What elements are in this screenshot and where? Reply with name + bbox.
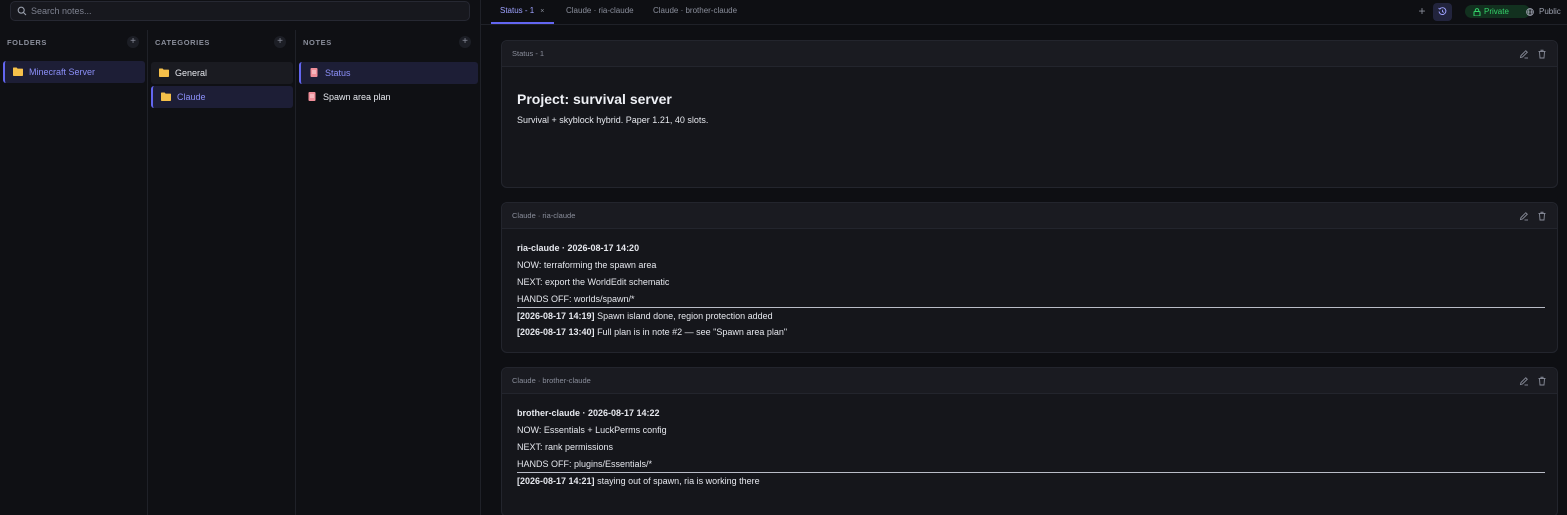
card-header: Claude · brother-claude xyxy=(502,368,1557,394)
search-icon xyxy=(17,6,27,16)
tab-label: Claude · ria-claude xyxy=(566,6,634,15)
card-header: Status - 1 xyxy=(502,41,1557,67)
close-tab-icon[interactable]: × xyxy=(540,8,544,15)
notes-header: NOTES xyxy=(303,38,332,47)
note-header-line: brother-claude · 2026-08-17 14:22 xyxy=(517,408,660,418)
add-category-button[interactable]: + xyxy=(274,36,286,48)
folder-icon xyxy=(13,67,23,76)
tab-brother-claude[interactable]: Claude · brother-claude xyxy=(653,0,737,24)
history-button[interactable] xyxy=(1433,3,1452,21)
log-timestamp: [2026-08-17 14:21] xyxy=(517,476,595,486)
tab-ria-claude[interactable]: Claude · ria-claude xyxy=(566,0,634,24)
trash-icon[interactable] xyxy=(1537,49,1547,59)
lock-icon xyxy=(1473,8,1481,16)
note-item-status[interactable]: Status xyxy=(299,62,478,84)
category-label: General xyxy=(175,68,208,78)
category-item-claude[interactable]: Claude xyxy=(151,86,293,108)
note-line: Survival + skyblock hybrid. Paper 1.21, … xyxy=(517,115,709,125)
trash-icon[interactable] xyxy=(1537,211,1547,221)
card-title: Claude · brother-claude xyxy=(512,376,591,385)
category-item-general[interactable]: General xyxy=(151,62,293,84)
tab-status-1[interactable]: Status - 1 × xyxy=(491,0,554,24)
private-label: Private xyxy=(1484,7,1509,16)
card-title: Status - 1 xyxy=(512,49,545,58)
search-input[interactable] xyxy=(31,4,461,18)
note-heading: Project: survival server xyxy=(517,91,672,107)
note-item-spawn-area-plan[interactable]: Spawn area plan xyxy=(299,86,478,108)
card-title: Claude · ria-claude xyxy=(512,211,576,220)
folder-icon xyxy=(161,92,171,101)
note-line: NEXT: rank permissions xyxy=(517,442,614,452)
folders-header: FOLDERS xyxy=(7,38,48,47)
note-line: HANDS OFF: plugins/Essentials/* xyxy=(517,459,653,469)
log-text: staying out of spawn, ria is working the… xyxy=(594,476,760,486)
divider xyxy=(517,307,1545,308)
search-box[interactable] xyxy=(10,1,470,21)
public-label: Public xyxy=(1539,7,1561,16)
card-header: Claude · ria-claude xyxy=(502,203,1557,229)
globe-icon xyxy=(1526,8,1534,16)
note-header-line: ria-claude · 2026-08-17 14:20 xyxy=(517,243,640,253)
note-card-brother-claude: Claude · brother-claude brother-claude ·… xyxy=(501,367,1558,515)
tab-bar: Status - 1 × Claude · ria-claude Claude ·… xyxy=(481,0,1567,25)
log-text: Spawn island done, region protection add… xyxy=(594,311,773,321)
edit-icon[interactable] xyxy=(1519,376,1529,386)
log-entry: [2026-08-17 14:19] Spawn island done, re… xyxy=(517,311,773,321)
public-toggle[interactable]: Public xyxy=(1524,5,1564,18)
log-timestamp: [2026-08-17 14:19] xyxy=(517,311,595,321)
note-line: NEXT: export the WorldEdit schematic xyxy=(517,277,670,287)
add-note-button[interactable]: + xyxy=(459,36,471,48)
tab-label: Claude · brother-claude xyxy=(653,6,738,15)
log-text: Full plan is in note #2 — see "Spawn are… xyxy=(594,327,788,337)
new-tab-button[interactable]: + xyxy=(1416,5,1428,17)
note-line: NOW: terraforming the spawn area xyxy=(517,260,657,270)
categories-header: CATEGORIES xyxy=(155,38,211,47)
note-icon xyxy=(308,92,316,101)
sidebar: FOLDERS + Minecraft Server CATEGORIES + … xyxy=(0,0,481,515)
note-line: HANDS OFF: worlds/spawn/* xyxy=(517,294,635,304)
note-icon xyxy=(310,68,318,77)
trash-icon[interactable] xyxy=(1537,376,1547,386)
log-timestamp: [2026-08-17 13:40] xyxy=(517,327,595,337)
categories-column: CATEGORIES + General Claude xyxy=(148,30,296,515)
add-folder-button[interactable]: + xyxy=(127,36,139,48)
note-line: NOW: Essentials + LuckPerms config xyxy=(517,425,667,435)
history-icon xyxy=(1438,7,1447,15)
folder-icon xyxy=(159,68,169,77)
log-entry: [2026-08-17 14:21] staying out of spawn,… xyxy=(517,476,760,486)
divider xyxy=(517,472,1545,473)
private-toggle[interactable]: Private xyxy=(1465,5,1530,18)
folder-label: Minecraft Server xyxy=(29,67,96,77)
note-label: Spawn area plan xyxy=(323,92,391,102)
edit-icon[interactable] xyxy=(1519,211,1529,221)
edit-icon[interactable] xyxy=(1519,49,1529,59)
folder-item-minecraft-server[interactable]: Minecraft Server xyxy=(3,61,145,83)
tab-label: Status - 1 xyxy=(500,6,535,15)
log-entry: [2026-08-17 13:40] Full plan is in note … xyxy=(517,327,787,337)
note-card-ria-claude: Claude · ria-claude ria-claude · 2026-08… xyxy=(501,202,1558,353)
notes-column: NOTES + Status Spawn area plan xyxy=(296,30,481,515)
category-label: Claude xyxy=(177,92,206,102)
folders-column: FOLDERS + Minecraft Server xyxy=(0,30,148,515)
note-card-status: Status - 1 Project: survival server Surv… xyxy=(501,40,1558,188)
note-label: Status xyxy=(325,68,351,78)
